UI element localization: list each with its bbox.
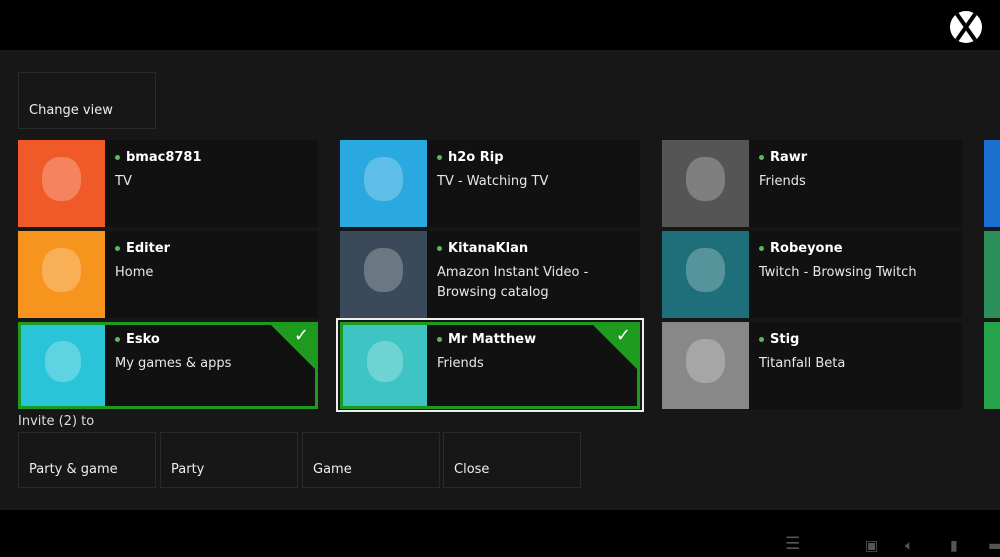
gamertag: Rawr [759,150,807,165]
gamertag: bmac8781 [115,150,202,165]
partial-tile [984,140,1000,227]
friend-tile[interactable]: Esko My games & apps ✓ [18,322,318,409]
presence-status: Amazon Instant Video - Browsing catalog [437,265,589,300]
avatar [662,322,749,409]
gamertag: Esko [115,332,160,347]
status-bar: ☰ ▣ 🔈︎ ▮ ▬ [0,510,1000,557]
friend-tile[interactable]: h2o Rip TV - Watching TV [340,140,640,227]
presence-dot [437,246,442,251]
presence-dot [115,246,120,251]
button-label: Party & game [29,462,118,477]
gamertag: Stig [759,332,799,347]
avatar [340,231,427,318]
button-label: Game [313,462,352,477]
avatar [662,140,749,227]
party-button[interactable]: Party [160,432,298,488]
friend-tile[interactable]: Editer Home [18,231,318,318]
gamertag: KitanaKlan [437,241,528,256]
check-glyph: ✓ [293,325,309,346]
avatar [662,231,749,318]
change-view-label: Change view [29,103,113,118]
selected-check-icon: ✓ [271,325,315,369]
gamertag-text: KitanaKlan [448,241,529,256]
presence-status: Twitch - Browsing Twitch [759,265,917,280]
change-view-button[interactable]: Change view [18,72,156,129]
gamertag-text: Editer [126,241,171,256]
button-label: Party [171,462,205,477]
gamertag: h2o Rip [437,150,504,165]
partial-tile [984,322,1000,409]
gamertag: Editer [115,241,170,256]
close-button[interactable]: Close [443,432,581,488]
presence-dot [115,155,120,160]
gamertag-text: h2o Rip [448,150,504,165]
button-label: Close [454,462,490,477]
friend-tile[interactable]: Robeyone Twitch - Browsing Twitch [662,231,962,318]
gamertag-text: Esko [126,332,160,347]
gamertag-text: Stig [770,332,800,347]
presence-status: TV [115,174,132,189]
avatar [18,140,105,227]
presence-status: Home [115,265,154,280]
mic-icon: ▮ [950,538,958,554]
volume-icon: 🔈︎ [905,538,914,554]
gamertag-text: bmac8781 [126,150,202,165]
presence-dot [759,337,764,342]
game-button[interactable]: Game [302,432,440,488]
focus-outline [336,318,644,412]
tv-icon: ▣ [865,538,879,554]
presence-dot [437,155,442,160]
gamertag-text: Rawr [770,150,808,165]
friend-tile[interactable]: Stig Titanfall Beta [662,322,962,409]
friend-tile[interactable]: KitanaKlan Amazon Instant Video - Browsi… [340,231,640,318]
presence-dot [759,155,764,160]
presence-status: TV - Watching TV [437,174,549,189]
presence-dot [759,246,764,251]
gamertag: Robeyone [759,241,843,256]
chat-icon: ☰ [785,534,801,554]
xbox-logo-icon [950,11,982,43]
top-bar [0,0,1000,50]
lock-icon: ▬ [988,538,1000,554]
presence-status: Titanfall Beta [759,356,846,371]
presence-dot [115,337,120,342]
presence-status: Friends [759,174,806,189]
partial-tile [984,231,1000,318]
gamertag-text: Robeyone [770,241,843,256]
avatar [18,231,105,318]
party-and-game-button[interactable]: Party & game [18,432,156,488]
friend-tile[interactable]: bmac8781 TV [18,140,318,227]
friend-tile[interactable]: Rawr Friends [662,140,962,227]
avatar [340,140,427,227]
avatar [21,325,105,406]
invite-label: Invite (2) to [18,414,95,429]
